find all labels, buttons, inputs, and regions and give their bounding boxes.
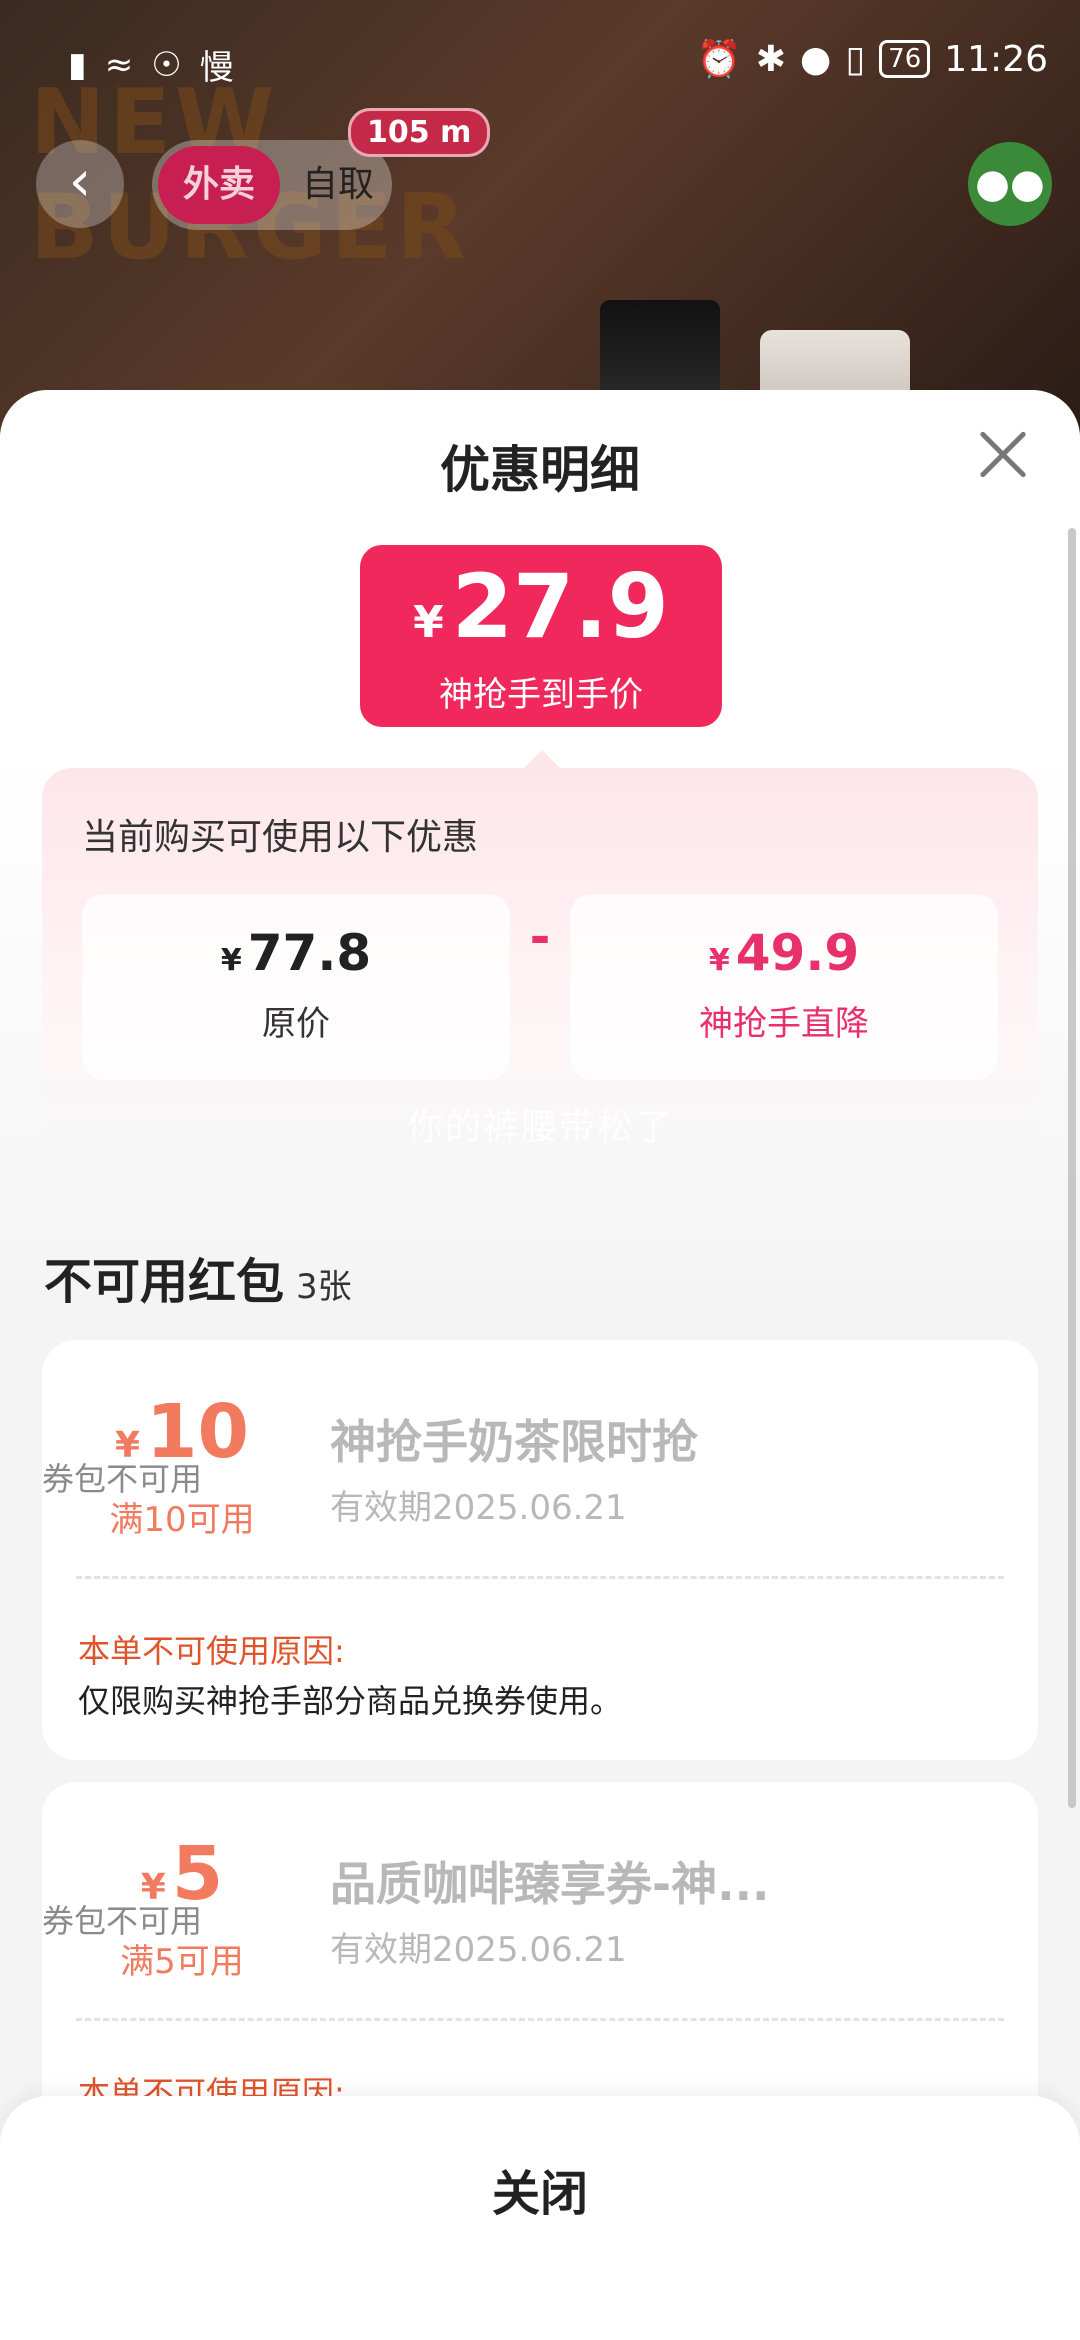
delivery-mode-toggle[interactable]: 外卖 自取 <box>152 140 392 230</box>
scrollbar[interactable] <box>1068 528 1076 1808</box>
minus-sign: - <box>529 908 551 966</box>
original-price: 77.8 <box>247 924 372 982</box>
back-button[interactable]: ‹ <box>36 140 124 228</box>
bottom-action-bar: 关闭 <box>0 2096 1080 2340</box>
chevron-left-icon: ‹ <box>68 149 92 214</box>
wechat-share-button[interactable]: ●● <box>968 142 1052 226</box>
discount-label: 神抢手直降 <box>699 1004 869 1044</box>
divider <box>76 2018 1004 2021</box>
battery-indicator: 76 <box>879 40 931 78</box>
vpn-shield-icon: ☉ <box>151 44 182 85</box>
coupon-status: 券包不可用 <box>42 1460 203 1498</box>
final-price: 27.9 <box>451 555 669 658</box>
price-breakdown-card: 当前购买可使用以下优惠 ¥77.8 原价 - ¥49.9 神抢手直降 <box>42 768 1038 1148</box>
watermark-text: 你的裤腰带松了 <box>406 1107 673 1148</box>
alarm-icon: ⏰ <box>696 39 742 80</box>
tab-pickup[interactable]: 自取 <box>292 146 384 224</box>
clock: 11:26 <box>944 38 1048 80</box>
status-text: 慢 <box>199 48 234 88</box>
coupon-card[interactable]: ¥10 满10可用 神抢手奶茶限时抢 有效期2025.06.21 券包不可用 本… <box>42 1340 1038 1760</box>
discount-amount: 49.9 <box>735 924 860 982</box>
currency-symbol: ¥ <box>413 597 444 648</box>
discount-box: ¥49.9 神抢手直降 <box>570 894 998 1080</box>
tab-delivery[interactable]: 外卖 <box>158 146 280 224</box>
unavailable-count: 3张 <box>296 1267 352 1307</box>
original-price-label: 原价 <box>262 1004 330 1044</box>
distance-badge: 105 m <box>348 108 491 157</box>
divider <box>76 1576 1004 1579</box>
close-button[interactable]: 关闭 <box>0 2154 1080 2224</box>
final-price-badge: ¥27.9 神抢手到手价 <box>360 545 722 727</box>
location-icon: ● <box>799 38 832 80</box>
wechat-icon: ●● <box>975 161 1045 207</box>
coupon-reason: 仅限购买神抢手部分商品兑换券使用。 <box>78 1682 623 1720</box>
coupon-status: 券包不可用 <box>42 1902 203 1940</box>
unavailable-title: 不可用红包 <box>44 1254 285 1310</box>
vibrate-icon: ▯ <box>845 38 866 80</box>
wifi-icon: ≈ <box>104 44 134 85</box>
close-icon[interactable] <box>978 430 1028 480</box>
notification-alert-icon: ▮ <box>68 44 87 85</box>
discount-details-sheet: 优惠明细 ¥27.9 神抢手到手价 当前购买可使用以下优惠 ¥77.8 原价 -… <box>0 390 1080 2340</box>
unavailable-coupons-header: 不可用红包 3张 <box>44 1242 352 1312</box>
breakdown-title: 当前购买可使用以下优惠 <box>82 817 479 858</box>
coupon-reason-title: 本单不可使用原因: <box>78 1632 345 1670</box>
final-price-label: 神抢手到手价 <box>439 675 643 715</box>
sheet-title: 优惠明细 <box>440 441 640 499</box>
status-bar: ▮ ≈ ☉ 慢 ⏰ ✱ ● ▯ 76 11:26 <box>0 0 1080 120</box>
bluetooth-icon: ✱ <box>755 38 786 80</box>
original-price-box: ¥77.8 原价 <box>82 894 510 1080</box>
